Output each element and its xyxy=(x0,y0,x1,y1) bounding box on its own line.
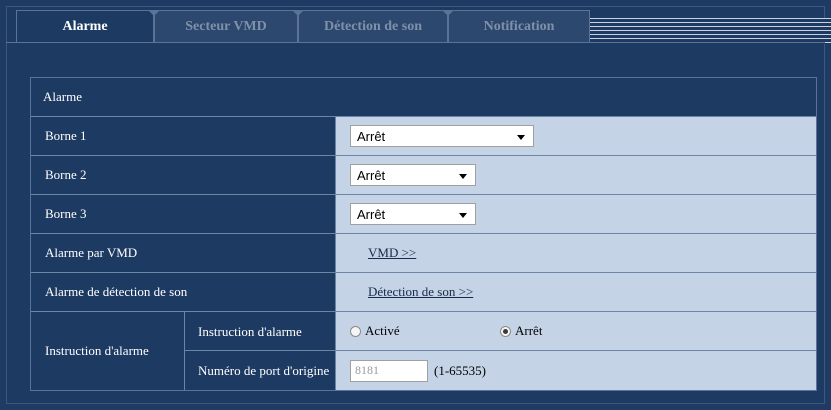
detection-son-link[interactable]: Détection de son >> xyxy=(368,284,473,300)
alarme-son-label: Alarme de détection de son xyxy=(31,273,336,311)
row-borne-3: Borne 3 Arrêt xyxy=(31,195,816,234)
tab-bar-stripes xyxy=(590,18,831,44)
borne-1-label: Borne 1 xyxy=(31,117,336,155)
tab-secteur-vmd[interactable]: Secteur VMD xyxy=(148,10,298,42)
tab-notch-decoration xyxy=(148,10,160,16)
row-alarme-son: Alarme de détection de son Détection de … xyxy=(31,273,816,312)
tab-notification[interactable]: Notification xyxy=(442,10,590,42)
instruction-alarme-subrows: Instruction d'alarme Activé Arrêt Numéro… xyxy=(185,312,816,390)
tab-underline xyxy=(6,42,825,43)
tab-detection-son[interactable]: Détection de son xyxy=(292,10,448,42)
tab-secteur-vmd-label: Secteur VMD xyxy=(185,19,267,34)
alarme-son-cell: Détection de son >> xyxy=(336,273,816,311)
borne-2-cell: Arrêt xyxy=(336,156,816,194)
chevron-down-icon xyxy=(459,174,467,179)
radio-checked-icon xyxy=(500,325,511,337)
radio-active[interactable]: Activé xyxy=(350,323,500,339)
tab-detection-son-label: Détection de son xyxy=(324,19,422,34)
radio-arret-label: Arrêt xyxy=(515,323,543,338)
tab-notch-decoration xyxy=(442,10,454,16)
alarme-vmd-label: Alarme par VMD xyxy=(31,234,336,272)
borne-3-cell: Arrêt xyxy=(336,195,816,233)
borne-3-select[interactable]: Arrêt xyxy=(350,203,476,225)
chevron-down-icon xyxy=(459,213,467,218)
vmd-link[interactable]: VMD >> xyxy=(368,245,416,261)
alarm-settings-panel: Alarme Borne 1 Arrêt Borne 2 Arrêt Borne… xyxy=(30,77,817,391)
alarme-vmd-cell: VMD >> xyxy=(336,234,816,272)
borne-3-select-value: Arrêt xyxy=(357,206,386,222)
tab-bar: Alarme Secteur VMD Détection de son Noti… xyxy=(16,10,831,44)
row-borne-2: Borne 2 Arrêt xyxy=(31,156,816,195)
subrow-instruction: Instruction d'alarme Activé Arrêt xyxy=(185,312,816,351)
borne-1-cell: Arrêt xyxy=(336,117,816,155)
row-alarme-vmd: Alarme par VMD VMD >> xyxy=(31,234,816,273)
subrow-port: Numéro de port d'origine 8181 (1-65535) xyxy=(185,351,816,390)
borne-2-label: Borne 2 xyxy=(31,156,336,194)
borne-2-select-value: Arrêt xyxy=(357,167,386,183)
port-range-text: (1-65535) xyxy=(434,362,486,378)
borne-1-select-value: Arrêt xyxy=(357,128,386,144)
row-instruction-alarme: Instruction d'alarme Instruction d'alarm… xyxy=(31,312,816,390)
port-origine-input[interactable]: 8181 xyxy=(350,359,428,382)
tab-alarme[interactable]: Alarme xyxy=(16,10,154,43)
row-borne-1: Borne 1 Arrêt xyxy=(31,117,816,156)
chevron-down-icon xyxy=(517,135,525,140)
section-title: Alarme xyxy=(31,78,816,117)
instruction-alarme-cell: Activé Arrêt xyxy=(336,312,816,350)
instruction-alarme-sub-label: Instruction d'alarme xyxy=(185,312,336,350)
port-origine-label: Numéro de port d'origine xyxy=(185,351,336,390)
radio-unchecked-icon xyxy=(350,325,361,337)
borne-3-label: Borne 3 xyxy=(31,195,336,233)
borne-1-select[interactable]: Arrêt xyxy=(350,125,534,147)
radio-active-label: Activé xyxy=(365,323,400,338)
radio-arret[interactable]: Arrêt xyxy=(500,323,542,339)
tab-alarme-label: Alarme xyxy=(62,19,108,34)
tab-notification-label: Notification xyxy=(483,19,555,34)
borne-2-select[interactable]: Arrêt xyxy=(350,164,476,186)
instruction-alarme-group-label: Instruction d'alarme xyxy=(31,312,185,390)
tab-notch-decoration xyxy=(292,10,304,16)
port-origine-cell: 8181 (1-65535) xyxy=(336,351,816,390)
